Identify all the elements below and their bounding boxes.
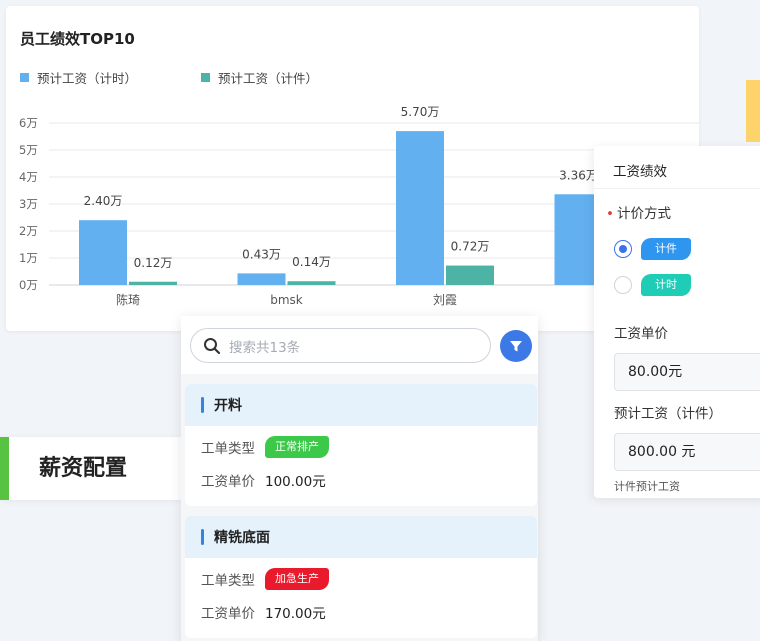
wage-panel-divider — [594, 188, 760, 189]
x-tick-label: bmsk — [270, 293, 303, 307]
unit-price-label: 工资单价 — [614, 326, 668, 342]
order-accent-bar — [201, 529, 204, 545]
yellow-accent-bar — [746, 80, 760, 142]
order-card-header: 精铣底面 — [185, 516, 537, 558]
bar-value-label: 5.70万 — [401, 105, 440, 119]
search-placeholder: 搜索共13条 — [229, 339, 301, 356]
order-accent-bar — [201, 397, 204, 413]
status-badge: 加急生产 — [265, 568, 329, 590]
pricing-method-label: • 计价方式 — [606, 202, 671, 222]
order-name: 精铣底面 — [214, 530, 270, 546]
required-marker: • — [606, 206, 614, 222]
search-icon — [204, 337, 221, 354]
order-type-row: 工单类型 正常排产 — [201, 436, 329, 458]
chart-bar — [396, 131, 444, 285]
order-price-value: 100.00元 — [265, 474, 326, 490]
order-name: 开料 — [214, 398, 242, 414]
filter-icon — [510, 341, 522, 352]
order-type-row: 工单类型 加急生产 — [201, 568, 329, 590]
chart-bar — [129, 281, 177, 285]
salary-config-label: 薪资配置 — [0, 437, 181, 500]
bar-value-label: 0.72万 — [451, 240, 490, 254]
filter-button[interactable] — [500, 330, 532, 362]
bar-value-label: 0.14万 — [292, 255, 331, 269]
order-price-key: 工资单价 — [201, 606, 255, 622]
y-tick-label: 2万 — [19, 224, 38, 238]
radio-hourly[interactable] — [614, 276, 632, 294]
chart-bar — [237, 273, 286, 285]
unit-price-input[interactable]: 80.00元 — [614, 353, 760, 391]
order-price-row: 工资单价 100.00元 — [201, 470, 326, 490]
order-price-value: 170.00元 — [265, 606, 326, 622]
x-tick-label: 刘霞 — [433, 293, 457, 307]
order-price-row: 工资单价 170.00元 — [201, 602, 326, 622]
radio-piece[interactable] — [614, 240, 632, 258]
radio-option-piece[interactable]: 计件 — [614, 238, 691, 260]
order-card-header: 开料 — [185, 384, 537, 426]
mobile-order-list: 搜索共13条 开料 工单类型 正常排产 工资单价 100.00元 精铣底面 工单… — [181, 316, 538, 641]
wage-panel-title: 工资绩效 — [613, 164, 667, 180]
search-input[interactable]: 搜索共13条 — [190, 328, 491, 363]
radio-hourly-tag: 计时 — [641, 274, 691, 296]
y-tick-label: 5万 — [19, 143, 38, 157]
order-price-key: 工资单价 — [201, 474, 255, 490]
y-tick-label: 6万 — [19, 116, 38, 130]
estimated-wage-input[interactable]: 800.00 元 — [614, 433, 760, 471]
estimated-wage-note: 计件预计工资 — [614, 480, 680, 493]
y-tick-label: 4万 — [19, 170, 38, 184]
pricing-method-text: 计价方式 — [616, 206, 671, 222]
order-type-key: 工单类型 — [201, 573, 255, 589]
bar-value-label: 2.40万 — [84, 194, 123, 208]
chart-bar — [446, 265, 494, 285]
order-type-key: 工单类型 — [201, 441, 255, 457]
radio-option-hourly[interactable]: 计时 — [614, 274, 691, 296]
search-bar: 搜索共13条 — [181, 316, 538, 374]
y-tick-label: 1万 — [19, 251, 38, 265]
wage-performance-panel: 工资绩效 • 计价方式 计件 计时 工资单价 80.00元 预计工资（计件） 80… — [594, 146, 760, 498]
status-badge: 正常排产 — [265, 436, 329, 458]
order-card[interactable]: 开料 工单类型 正常排产 工资单价 100.00元 — [185, 384, 537, 506]
bar-value-label: 0.12万 — [134, 256, 173, 270]
estimated-wage-label: 预计工资（计件） — [614, 406, 722, 422]
y-tick-label: 3万 — [19, 197, 38, 211]
bar-value-label: 3.36万 — [559, 168, 598, 182]
bar-value-label: 0.43万 — [242, 247, 281, 261]
chart-bar — [287, 281, 336, 285]
order-card[interactable]: 精铣底面 工单类型 加急生产 工资单价 170.00元 — [185, 516, 537, 638]
y-tick-label: 0万 — [19, 278, 38, 292]
radio-piece-tag: 计件 — [641, 238, 691, 260]
chart-bar — [79, 220, 127, 285]
x-tick-label: 陈琦 — [116, 292, 140, 307]
